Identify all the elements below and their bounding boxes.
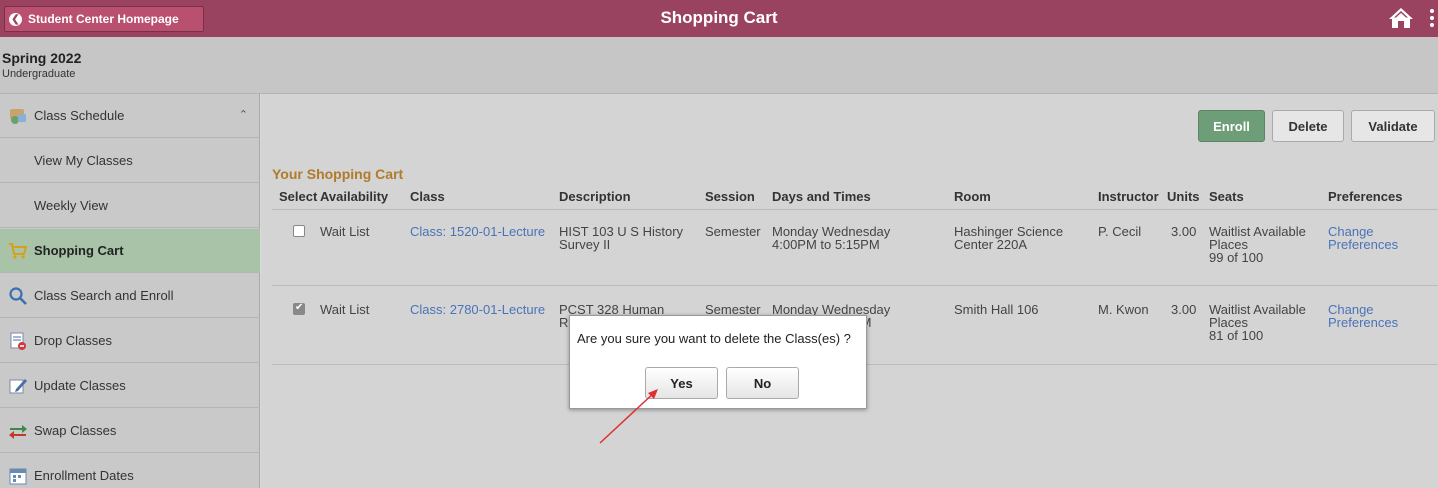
more-vertical-icon[interactable] [1428, 9, 1436, 29]
home-icon[interactable] [1388, 6, 1414, 30]
sidebar-item-label: Enrollment Dates [34, 468, 134, 483]
enroll-button[interactable]: Enroll [1198, 110, 1265, 142]
column-header-days-and-times: Days and Times [772, 189, 871, 204]
delete-button[interactable]: Delete [1272, 110, 1344, 142]
availability: Wait List [320, 302, 370, 317]
seats-count: 99 of 100 [1209, 250, 1264, 265]
description-line-2: R [559, 315, 569, 330]
change-preferences-link-line-2[interactable]: Preferences [1328, 316, 1398, 329]
dialog-message: Are you sure you want to delete the Clas… [577, 331, 851, 346]
header-bar: ❮ Student Center Homepage Shopping Cart [0, 0, 1438, 37]
units: 3.00 [1171, 302, 1197, 317]
description-line-2: Survey II [559, 237, 611, 252]
sidebar-item-shopping-cart[interactable]: Shopping Cart [0, 229, 260, 273]
column-header-session: Session [705, 189, 755, 204]
column-header-units: Units [1167, 189, 1200, 204]
swap-icon [8, 421, 28, 441]
shopping-cart-heading: Your Shopping Cart [272, 166, 404, 182]
sidebar-item-update-classes[interactable]: Update Classes [0, 364, 260, 408]
no-button[interactable]: No [726, 367, 799, 399]
row-select-checkbox[interactable] [293, 225, 305, 237]
page-title: Shopping Cart [660, 8, 778, 27]
sidebar-item-label: Update Classes [34, 378, 126, 393]
search-icon [8, 286, 28, 306]
column-header-seats: Seats [1209, 189, 1244, 204]
instructor: P. Cecil [1098, 224, 1142, 239]
sidebar-item-drop-classes[interactable]: Drop Classes [0, 319, 260, 363]
seats-count: 81 of 100 [1209, 328, 1264, 343]
instructor: M. Kwon [1098, 302, 1149, 317]
chevron-left-icon: ❮ [9, 12, 22, 26]
column-header-instructor: Instructor [1098, 189, 1159, 204]
sidebar-item-label: View My Classes [34, 153, 133, 168]
sidebar-item-class-schedule[interactable]: Class Schedule ⌃ [0, 94, 260, 138]
change-preferences-link-line-2[interactable]: Preferences [1328, 238, 1398, 251]
delete-confirmation-dialog: Are you sure you want to delete the Clas… [569, 315, 867, 409]
calendar-icon [8, 466, 28, 486]
sidebar-item-label: Class Schedule [34, 108, 125, 123]
sidebar-item-label: Class Search and Enroll [34, 288, 174, 303]
units: 3.00 [1171, 224, 1197, 239]
main-content: Enroll Delete Validate Your Shopping Car… [261, 94, 1438, 488]
room-line-2: Center 220A [954, 237, 1027, 252]
class-schedule-icon [8, 106, 28, 126]
yes-button[interactable]: Yes [645, 367, 718, 399]
term-name: Spring 2022 [2, 50, 82, 66]
sidebar-item-view-my-classes[interactable]: View My Classes [0, 139, 260, 183]
sidebar-item-label: Drop Classes [34, 333, 113, 348]
sidebar-item-swap-classes[interactable]: Swap Classes [0, 409, 260, 453]
chevron-up-icon[interactable]: ⌃ [239, 108, 248, 121]
drop-classes-icon [8, 331, 28, 351]
sidebar-item-enrollment-dates[interactable]: Enrollment Dates [0, 454, 260, 488]
sidebar-item-label: Shopping Cart [34, 243, 124, 258]
sidebar-item-label: Weekly View [34, 198, 108, 213]
student-center-homepage-button[interactable]: ❮ Student Center Homepage [4, 6, 204, 32]
term-bar: Spring 2022 Undergraduate [0, 37, 1438, 94]
column-header-preferences: Preferences [1328, 189, 1403, 204]
validate-button[interactable]: Validate [1351, 110, 1435, 142]
column-header-room: Room [954, 189, 991, 204]
times: 4:00PM to 5:15PM [772, 237, 880, 252]
column-header-availability: Availability [320, 189, 389, 204]
header-divider [272, 209, 1438, 210]
session: Semester [705, 224, 761, 239]
sidebar: Class Schedule ⌃ View My Classes Weekly … [0, 94, 260, 488]
update-classes-icon [8, 376, 28, 396]
column-header-class: Class [410, 189, 445, 204]
back-button-label: Student Center Homepage [28, 12, 179, 26]
column-header-select: Select [279, 189, 318, 204]
sidebar-item-weekly-view[interactable]: Weekly View [0, 184, 260, 228]
row-divider [272, 285, 1438, 286]
availability: Wait List [320, 224, 370, 239]
class-link[interactable]: Class: 2780-01-Lecture [410, 303, 545, 316]
sidebar-item-class-search-and-enroll[interactable]: Class Search and Enroll [0, 274, 260, 318]
class-link[interactable]: Class: 1520-01-Lecture [410, 225, 545, 238]
term-career: Undergraduate [2, 68, 76, 80]
sidebar-item-label: Swap Classes [34, 423, 117, 438]
column-header-description: Description [559, 189, 631, 204]
room-line-1: Smith Hall 106 [954, 302, 1039, 317]
row-select-checkbox[interactable] [293, 302, 305, 315]
shopping-cart-icon [8, 241, 28, 261]
